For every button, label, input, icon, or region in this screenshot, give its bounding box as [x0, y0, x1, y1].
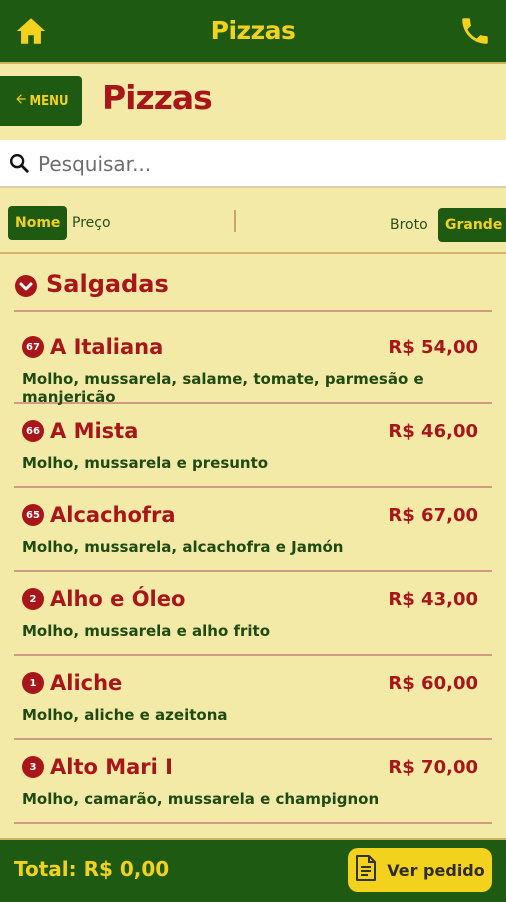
item-description: Molho, mussarela e presunto	[22, 454, 269, 472]
item-price: R$ 54,00	[388, 337, 478, 358]
order-total: Total: R$ 0,00	[14, 857, 170, 881]
item-price: R$ 43,00	[388, 589, 478, 610]
search-icon	[8, 152, 30, 174]
size-small-button[interactable]: Broto	[390, 208, 428, 242]
item-name: Alho e Óleo	[50, 587, 186, 611]
sort-by-name-button[interactable]: Nome	[8, 206, 68, 240]
item-number-badge: 66	[22, 420, 44, 442]
menu-item[interactable]: 65 Alcachofra R$ 67,00 Molho, mussarela,…	[14, 486, 492, 572]
arrow-left-icon	[14, 92, 28, 110]
page-title: Pizzas	[102, 78, 213, 117]
item-description: Molho, aliche e azeitona	[22, 706, 228, 724]
item-number-badge: 67	[22, 336, 44, 358]
document-icon	[355, 855, 377, 885]
search-input[interactable]	[36, 146, 490, 182]
filter-bar: Nome Preço Broto Grande	[0, 196, 506, 254]
phone-icon[interactable]	[458, 14, 492, 48]
app-title: Pizzas	[210, 16, 296, 45]
menu-item[interactable]: 1 Aliche R$ 60,00 Molho, aliche e azeito…	[14, 654, 492, 740]
item-name: A Italiana	[50, 335, 164, 359]
item-number-badge: 1	[22, 672, 44, 694]
item-number-badge: 3	[22, 756, 44, 778]
top-app-bar: Pizzas	[0, 0, 506, 64]
menu-label: MENU	[29, 93, 69, 109]
menu-item[interactable]: 3 Alto Mari I R$ 70,00 Molho, camarão, m…	[14, 738, 492, 824]
order-footer: Total: R$ 0,00 Ver pedido	[0, 838, 506, 902]
item-name: A Mista	[50, 419, 139, 443]
filter-divider	[234, 210, 236, 232]
menu-back-button[interactable]: MENU	[0, 76, 82, 126]
item-description: Molho, mussarela e alho frito	[22, 622, 271, 640]
item-name: Alcachofra	[50, 503, 176, 527]
page-header: MENU Pizzas	[0, 64, 506, 140]
section-divider	[14, 310, 492, 312]
category-title: Salgadas	[46, 270, 169, 298]
menu-item[interactable]: 67 A Italiana R$ 54,00 Molho, mussarela,…	[14, 318, 492, 406]
item-description: Molho, mussarela, alcachofra e Jamón	[22, 538, 344, 556]
view-order-button[interactable]: Ver pedido	[348, 848, 492, 892]
item-number-badge: 65	[22, 504, 44, 526]
item-number-badge: 2	[22, 588, 44, 610]
search-bar	[0, 140, 506, 188]
item-price: R$ 70,00	[388, 757, 478, 778]
item-price: R$ 46,00	[388, 421, 478, 442]
category-header[interactable]: Salgadas	[0, 256, 506, 314]
item-description: Molho, mussarela, salame, tomate, parmes…	[22, 370, 424, 406]
item-name: Alto Mari I	[50, 755, 173, 779]
item-description: Molho, camarão, mussarela e champignon	[22, 790, 380, 808]
size-large-button[interactable]: Grande	[438, 208, 506, 242]
item-name: Aliche	[50, 671, 123, 695]
item-price: R$ 60,00	[388, 673, 478, 694]
chevron-down-icon	[14, 274, 38, 298]
sort-by-price-button[interactable]: Preço	[72, 206, 111, 240]
menu-item[interactable]: 2 Alho e Óleo R$ 43,00 Molho, mussarela …	[14, 570, 492, 656]
view-order-label: Ver pedido	[387, 860, 485, 880]
item-price: R$ 67,00	[388, 505, 478, 526]
menu-item[interactable]: 66 A Mista R$ 46,00 Molho, mussarela e p…	[14, 402, 492, 488]
